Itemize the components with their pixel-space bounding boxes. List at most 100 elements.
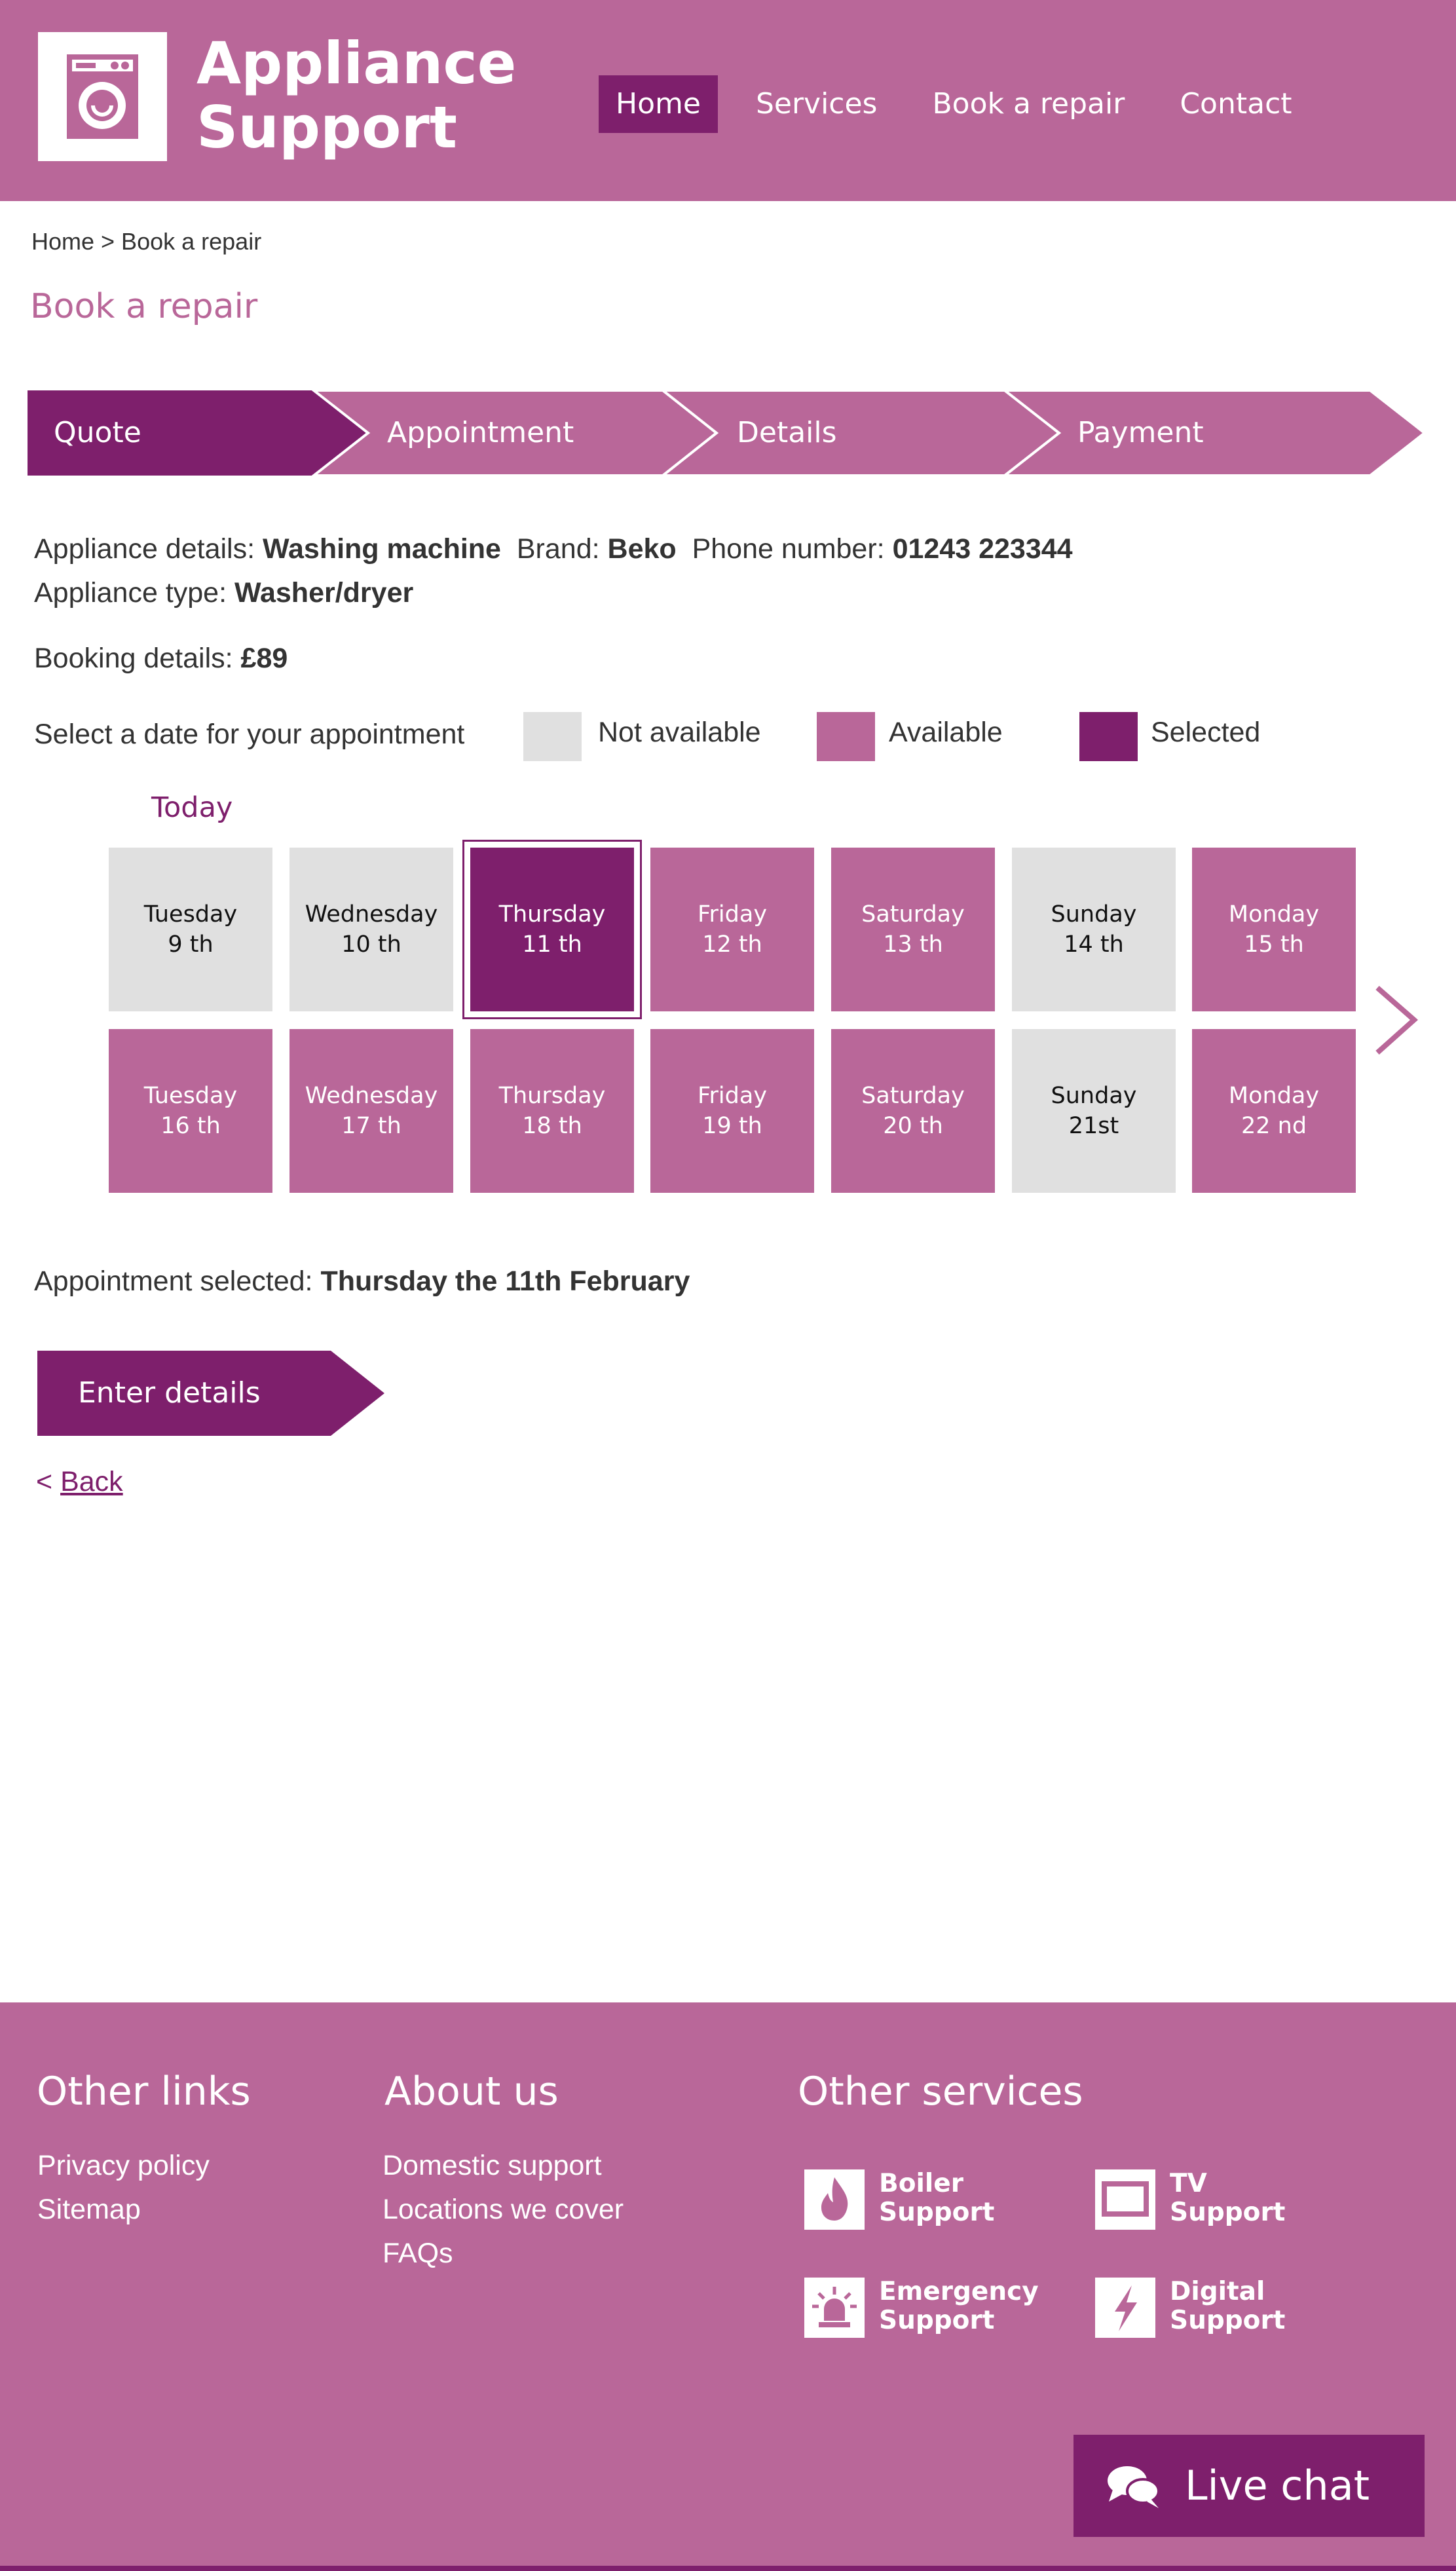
calendar-day[interactable]: Saturday 20 th	[831, 1029, 995, 1193]
emergency-support-text: Emergency Support	[879, 2278, 1039, 2335]
emergency-line-1: Emergency	[879, 2277, 1039, 2306]
day-date: 22 nd	[1241, 1113, 1307, 1139]
appliance-details-value: Washing machine	[263, 533, 501, 565]
tv-support-text: TV Support	[1170, 2169, 1285, 2227]
boiler-support-link[interactable]: Boiler Support	[804, 2169, 1053, 2232]
legend-not-available-label: Not available	[598, 717, 761, 748]
back-link-wrapper: < Back	[36, 1466, 123, 1498]
calendar-day[interactable]: Friday 19 th	[650, 1029, 814, 1193]
other-services-heading: Other services	[798, 2069, 1083, 2114]
day-name: Monday	[1228, 901, 1320, 928]
calendar-day: Tuesday 9 th	[109, 848, 272, 1011]
live-chat-button[interactable]: Live chat	[1073, 2435, 1425, 2537]
calendar-day[interactable]: Saturday 13 th	[831, 848, 995, 1011]
domestic-support-link[interactable]: Domestic support	[383, 2150, 602, 2182]
legend-selected-label: Selected	[1151, 717, 1261, 748]
calendar-day[interactable]: Monday 15 th	[1192, 848, 1356, 1011]
lightning-icon	[1095, 2278, 1155, 2338]
calendar-day-selected[interactable]: Thursday 11 th	[462, 840, 642, 1019]
day-name: Wednesday	[305, 901, 438, 928]
appliance-type-label: Appliance type:	[34, 577, 234, 609]
page-title: Book a repair	[30, 287, 258, 326]
appliance-type-value: Washer/dryer	[234, 577, 414, 609]
booking-details-line: Booking details: £89	[34, 643, 288, 675]
back-link[interactable]: Back	[60, 1466, 123, 1497]
appliance-type-line: Appliance type: Washer/dryer	[34, 577, 413, 609]
legend-available-label: Available	[889, 717, 1003, 748]
tv-line-1: TV	[1170, 2169, 1207, 2198]
nav-book-a-repair[interactable]: Book a repair	[915, 75, 1142, 133]
step-details-shape	[660, 390, 1062, 476]
calendar-day[interactable]: Wednesday 17 th	[289, 1029, 453, 1193]
legend-available-swatch	[817, 712, 875, 761]
day-date: 18 th	[522, 1113, 582, 1139]
day-date: 17 th	[341, 1113, 401, 1139]
day-name: Friday	[697, 901, 768, 928]
day-name: Wednesday	[305, 1083, 438, 1109]
main-nav: Home Services Book a repair Contact	[599, 75, 1330, 133]
day-date: 12 th	[702, 931, 762, 958]
chat-bubbles-icon	[1108, 2466, 1160, 2508]
appointment-selected-line: Appointment selected: Thursday the 11th …	[34, 1266, 690, 1298]
step-details[interactable]: Details	[737, 390, 837, 476]
washing-machine-logo-icon[interactable]	[38, 32, 167, 161]
digital-line-2: Support	[1170, 2306, 1286, 2335]
step-quote[interactable]: Quote	[54, 390, 141, 476]
nav-services[interactable]: Services	[739, 75, 895, 133]
booking-label: Booking details:	[34, 643, 241, 674]
site-header: Appliance Support Home Services Book a r…	[0, 0, 1456, 201]
digital-support-link[interactable]: Digital Support	[1095, 2278, 1344, 2340]
calendar-day: Sunday 14 th	[1012, 848, 1176, 1011]
day-name: Friday	[697, 1083, 768, 1109]
logo-wordmark[interactable]: Appliance Support	[196, 31, 516, 160]
day-date: 21st	[1068, 1113, 1119, 1139]
day-name: Sunday	[1051, 901, 1137, 928]
progress-arrows	[28, 390, 1427, 476]
day-name: Sunday	[1051, 1083, 1137, 1109]
day-date: 13 th	[883, 931, 943, 958]
emergency-support-link[interactable]: Emergency Support	[804, 2278, 1053, 2340]
breadcrumb: Home > Book a repair	[31, 228, 262, 255]
appliance-details-label: Appliance details:	[34, 533, 263, 565]
back-prefix: <	[36, 1466, 61, 1497]
calendar-day: Wednesday 10 th	[289, 848, 453, 1011]
step-appointment[interactable]: Appointment	[387, 390, 574, 476]
appointment-selected-label: Appointment selected:	[34, 1266, 321, 1297]
other-links-heading: Other links	[37, 2069, 251, 2114]
appliance-details-line: Appliance details: Washing machine Brand…	[34, 533, 1073, 565]
calendar-day[interactable]: Friday 12 th	[650, 848, 814, 1011]
day-date: 11 th	[522, 931, 582, 958]
legend-not-available-swatch	[523, 712, 582, 761]
phone-value: 01243 223344	[892, 533, 1073, 565]
enter-details-label: Enter details	[78, 1376, 261, 1410]
day-date: 10 th	[341, 931, 401, 958]
calendar-day[interactable]: Tuesday 16 th	[109, 1029, 272, 1193]
step-payment[interactable]: Payment	[1077, 390, 1204, 476]
appointment-selected-value: Thursday the 11th February	[320, 1266, 690, 1297]
day-date: 16 th	[160, 1113, 221, 1139]
faqs-link[interactable]: FAQs	[383, 2238, 453, 2270]
enter-details-button[interactable]: Enter details	[37, 1351, 384, 1436]
sitemap-link[interactable]: Sitemap	[37, 2194, 141, 2226]
nav-contact[interactable]: Contact	[1163, 75, 1309, 133]
day-name: Thursday	[498, 1083, 606, 1109]
footer-bottom-bar	[0, 2566, 1456, 2571]
privacy-policy-link[interactable]: Privacy policy	[37, 2150, 210, 2182]
today-label: Today	[151, 791, 233, 824]
calendar-day[interactable]: Thursday 18 th	[470, 1029, 634, 1193]
day-date: 14 th	[1064, 931, 1124, 958]
logo-line-1: Appliance	[196, 29, 517, 97]
boiler-line-2: Support	[879, 2198, 995, 2227]
calendar-next-chevron-icon[interactable]	[1371, 983, 1423, 1058]
select-date-prompt: Select a date for your appointment	[34, 719, 465, 750]
calendar-day[interactable]: Monday 22 nd	[1192, 1029, 1356, 1193]
step-payment-shape	[1002, 390, 1427, 476]
locations-we-cover-link[interactable]: Locations we cover	[383, 2194, 624, 2226]
nav-home[interactable]: Home	[599, 75, 718, 133]
tv-icon	[1095, 2169, 1155, 2230]
about-us-heading: About us	[384, 2069, 559, 2114]
brand-label: Brand:	[516, 533, 608, 565]
tv-support-link[interactable]: TV Support	[1095, 2169, 1344, 2232]
legend-selected-swatch	[1079, 712, 1138, 761]
day-name: Tuesday	[143, 1083, 238, 1109]
